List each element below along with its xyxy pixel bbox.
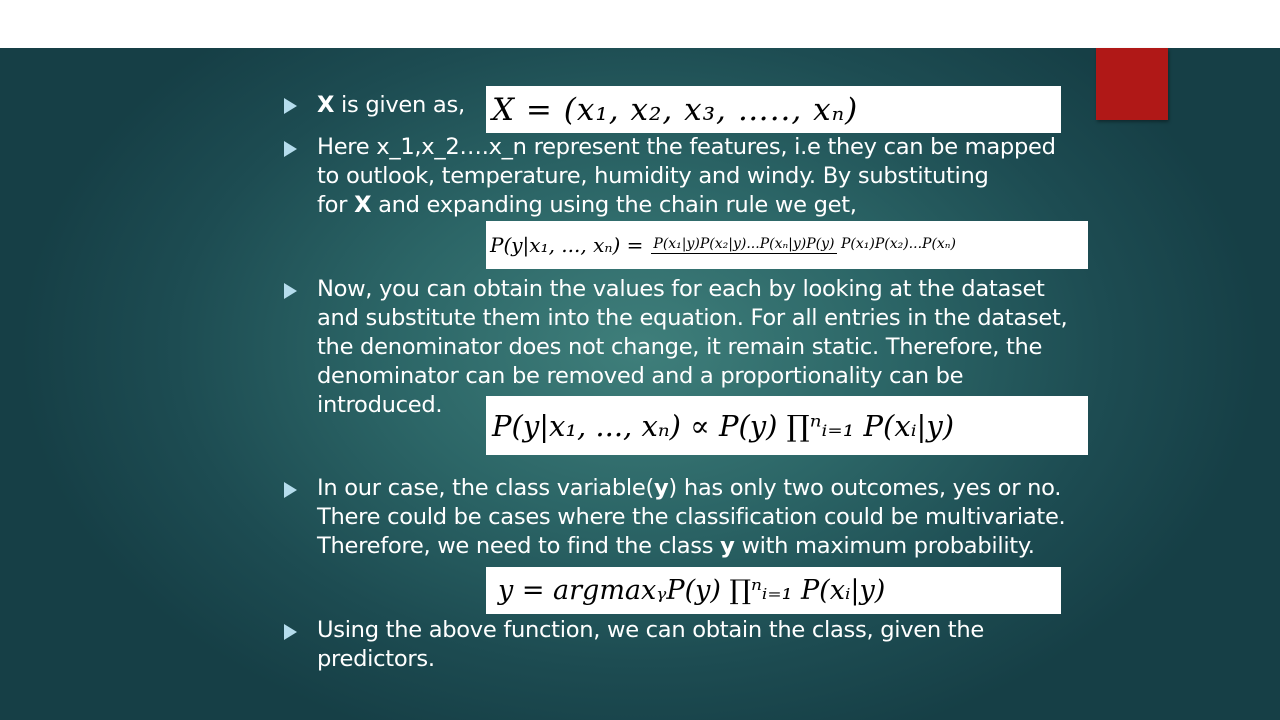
- bullet-arrow-icon: [284, 141, 297, 157]
- bullet-arrow-icon: [284, 283, 297, 299]
- equation-argmax-text: y = argmaxᵧP(y) ∏ⁿᵢ₌₁ P(xᵢ|y): [498, 575, 886, 606]
- top-white-band: [0, 0, 1280, 48]
- equation-proportional: P(y|x₁, ..., xₙ) ∝ P(y) ∏ⁿᵢ₌₁ P(xᵢ|y): [486, 396, 1088, 455]
- bullet-arrow-icon: [284, 624, 297, 640]
- equation-x-vector-text: X = (x₁, x₂, x₃, ….., xₙ): [492, 91, 859, 128]
- bullet-2-text: Here x_1,x_2….x_n represent the features…: [317, 134, 1056, 218]
- bullet-5-text: Using the above function, we can obtain …: [317, 617, 984, 672]
- equation-proportional-text: P(y|x₁, ..., xₙ) ∝ P(y) ∏ⁿᵢ₌₁ P(xᵢ|y): [492, 408, 955, 443]
- bullet-arrow-icon: [284, 98, 297, 114]
- bullet-arrow-icon: [284, 482, 297, 498]
- equation-argmax: y = argmaxᵧP(y) ∏ⁿᵢ₌₁ P(xᵢ|y): [486, 567, 1061, 614]
- equation-x-vector: X = (x₁, x₂, x₃, ….., xₙ): [486, 86, 1061, 133]
- equation-chain-rule: P(y|x₁, ..., xₙ) = P(x₁|y)P(x₂|y)...P(xₙ…: [486, 221, 1088, 269]
- bullet-1-text: X is given as,: [317, 92, 465, 118]
- bold-x: X: [317, 92, 335, 118]
- equation-denominator: P(x₁)P(x₂)...P(xₙ): [840, 236, 956, 252]
- equation-chain-rule-fraction: P(x₁|y)P(x₂|y)...P(xₙ|y)P(y) P(x₁)P(x₂).…: [651, 236, 956, 254]
- bullet-4-text: In our case, the class variable(y) has o…: [317, 475, 1066, 559]
- accent-square: [1096, 48, 1168, 120]
- equation-numerator: P(x₁|y)P(x₂|y)...P(xₙ|y)P(y): [651, 236, 837, 254]
- equation-chain-rule-lhs: P(y|x₁, ..., xₙ) =: [490, 233, 644, 257]
